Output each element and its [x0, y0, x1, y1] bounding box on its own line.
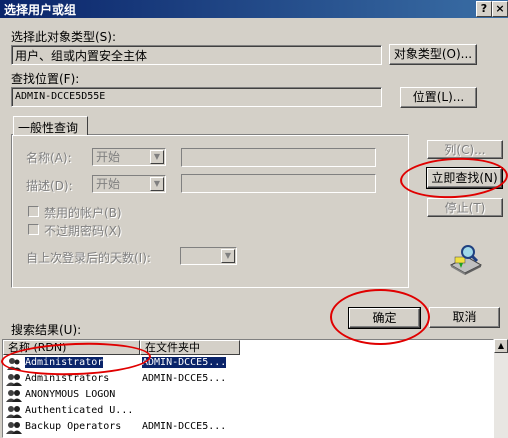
- search-results-list[interactable]: 名称 (RDN) 在文件夹中 Administrator ADMIN-DCCE5…: [2, 339, 494, 438]
- window-title: 选择用户或组: [4, 3, 77, 17]
- column-header-folder[interactable]: 在文件夹中: [140, 340, 240, 355]
- description-operator-value: 开始: [96, 177, 121, 191]
- results-scrollbar[interactable]: ▲: [494, 339, 508, 438]
- user-icon: [6, 357, 22, 371]
- columns-button[interactable]: 列(C)...: [427, 140, 503, 159]
- close-button[interactable]: ×: [492, 1, 508, 17]
- object-type-label: 选择此对象类型(S):: [11, 30, 117, 44]
- location-field: ADMIN-DCCE5D55E: [11, 87, 382, 107]
- group-icon: [6, 373, 22, 387]
- days-since-logon-label: 自上次登录后的天数(I):: [26, 251, 151, 265]
- description-input[interactable]: [181, 174, 376, 193]
- row-folder: ADMIN-DCCE5...: [142, 421, 227, 432]
- row-name: Administrator: [25, 357, 104, 368]
- chevron-down-icon: ▼: [150, 177, 164, 191]
- group-icon: [6, 421, 22, 435]
- location-label: 查找位置(F):: [11, 72, 80, 86]
- object-type-field: 用户、组或内置安全主体: [11, 45, 382, 65]
- days-since-logon-select[interactable]: ▼: [180, 247, 237, 265]
- non-expiring-password-label: 不过期密码(X): [44, 224, 122, 238]
- name-input[interactable]: [181, 148, 376, 167]
- row-folder: ADMIN-DCCE5...: [142, 373, 227, 384]
- group-icon: [6, 405, 22, 419]
- search-computer-icon: [447, 243, 483, 275]
- row-name: Administrators: [25, 373, 110, 384]
- title-bar: [0, 0, 508, 18]
- ok-button[interactable]: 确定: [348, 307, 421, 329]
- name-operator-value: 开始: [96, 150, 121, 164]
- search-results-label: 搜索结果(U):: [11, 323, 82, 337]
- cancel-button[interactable]: 取消: [429, 307, 500, 328]
- table-row[interactable]: Administrators ADMIN-DCCE5...: [3, 372, 493, 388]
- row-folder: ADMIN-DCCE5...: [142, 357, 227, 368]
- description-operator-select[interactable]: 开始 ▼: [92, 175, 166, 193]
- description-label: 描述(D):: [26, 179, 73, 193]
- tab-general-query[interactable]: 一般性查询: [13, 116, 88, 135]
- find-now-button[interactable]: 立即查找(N): [426, 167, 503, 189]
- row-name: ANONYMOUS LOGON: [25, 389, 116, 400]
- table-row[interactable]: ANONYMOUS LOGON: [3, 388, 493, 404]
- table-row[interactable]: Backup Operators ADMIN-DCCE5...: [3, 420, 493, 436]
- table-row[interactable]: Authenticated U...: [3, 404, 493, 420]
- stop-button[interactable]: 停止(T): [427, 198, 503, 217]
- row-name: Authenticated U...: [25, 405, 134, 416]
- name-label: 名称(A):: [26, 151, 72, 165]
- row-name: Backup Operators: [25, 421, 122, 432]
- disabled-accounts-checkbox[interactable]: [28, 206, 39, 217]
- name-operator-select[interactable]: 开始 ▼: [92, 148, 166, 166]
- object-types-button[interactable]: 对象类型(O)...: [389, 44, 477, 65]
- chevron-down-icon: ▼: [150, 150, 164, 164]
- group-icon: [6, 389, 22, 403]
- locations-button[interactable]: 位置(L)...: [400, 87, 477, 108]
- non-expiring-password-checkbox[interactable]: [28, 224, 39, 235]
- column-header-name[interactable]: 名称 (RDN): [3, 340, 140, 355]
- table-row[interactable]: Administrator ADMIN-DCCE5...: [3, 356, 493, 372]
- disabled-accounts-label: 禁用的帐户(B): [44, 206, 122, 220]
- scroll-up-icon[interactable]: ▲: [494, 339, 508, 353]
- chevron-down-icon: ▼: [221, 249, 235, 263]
- help-button[interactable]: ?: [476, 1, 492, 17]
